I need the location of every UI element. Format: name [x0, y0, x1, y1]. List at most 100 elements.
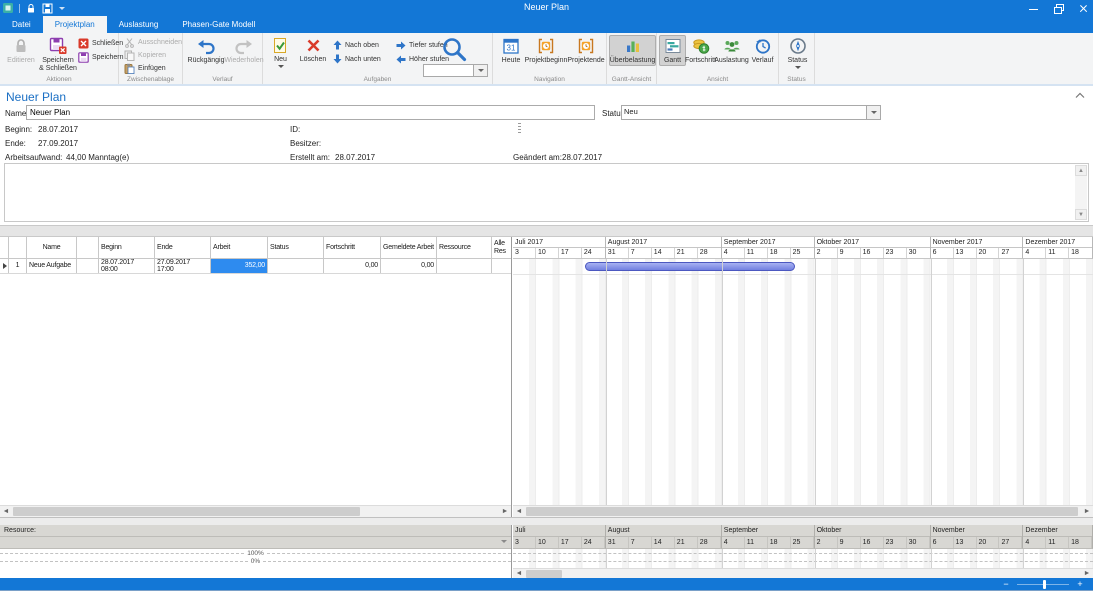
auslastung-button[interactable]: Auslastung: [714, 35, 749, 66]
tiefer-stufen-button[interactable]: Tiefer stufen: [396, 39, 448, 51]
tab-phasen-gate-modell[interactable]: Phasen-Gate Modell: [170, 16, 267, 33]
column-header-gemeldete-arbeit[interactable]: Gemeldete Arbeit: [381, 237, 437, 258]
gantt-button[interactable]: Gantt: [659, 35, 686, 66]
gantt-bar[interactable]: [585, 262, 795, 271]
column-header-beginn[interactable]: Beginn: [99, 237, 155, 258]
gantt-h-scrollbar[interactable]: ◄ ►: [513, 505, 1093, 517]
arrow-down-icon: [333, 54, 342, 64]
column-header-name[interactable]: Name: [27, 237, 77, 258]
projektende-button[interactable]: Projektende: [566, 35, 606, 66]
collapse-chevron-icon[interactable]: [1075, 92, 1085, 99]
cell-alle-res[interactable]: [492, 259, 511, 273]
restore-button[interactable]: [1053, 3, 1064, 14]
status-dropdown-caret-icon[interactable]: [795, 66, 801, 72]
resource-selector-row[interactable]: [0, 537, 511, 549]
timeline-week: 23: [884, 537, 907, 548]
zoom-in-button[interactable]: +: [1075, 578, 1085, 591]
resource-0-line: 0%: [0, 558, 511, 565]
projektbeginn-button[interactable]: Projektbeginn: [524, 35, 568, 66]
neu-dropdown-caret-icon[interactable]: [278, 65, 284, 71]
row-number[interactable]: 1: [9, 259, 27, 273]
neu-button[interactable]: Neu: [265, 35, 296, 72]
scroll-left-arrow-icon[interactable]: ◄: [513, 506, 525, 517]
timeline-month-label: Juli 2017: [513, 237, 605, 248]
name-input[interactable]: [26, 105, 595, 120]
cell-fortschritt[interactable]: 0,00: [324, 259, 381, 273]
cell-ressource[interactable]: [437, 259, 492, 273]
table-h-scrollbar[interactable]: ◄ ►: [0, 505, 511, 517]
zoom-slider[interactable]: [1017, 578, 1069, 591]
resource-scroll-thumb[interactable]: [526, 570, 562, 578]
tab-datei[interactable]: Datei: [0, 16, 43, 33]
cell-name[interactable]: Neue Aufgabe: [27, 259, 77, 273]
tab-auslastung[interactable]: Auslastung: [107, 16, 171, 33]
resource-h-scrollbar[interactable]: ◄ ►: [513, 568, 1093, 578]
column-header-ressource[interactable]: Ressource: [437, 237, 492, 258]
search-icon[interactable]: [441, 36, 468, 63]
status-button[interactable]: Status: [781, 35, 814, 73]
scroll-right-arrow-icon[interactable]: ►: [499, 506, 511, 517]
column-header-status[interactable]: Status: [268, 237, 324, 258]
window-title: Neuer Plan: [0, 2, 1093, 12]
heute-button[interactable]: 31 Heute: [496, 35, 526, 66]
zoom-out-button[interactable]: −: [1001, 578, 1011, 591]
rueckgaengig-button[interactable]: Rückgängig: [186, 37, 226, 66]
status-combobox[interactable]: Neu: [621, 105, 881, 120]
editieren-button[interactable]: Editieren: [2, 35, 40, 66]
table-scroll-thumb[interactable]: [13, 507, 360, 516]
kopieren-button[interactable]: Kopieren: [124, 49, 166, 61]
scroll-up-arrow-icon[interactable]: ▲: [1075, 165, 1087, 176]
minimize-button[interactable]: [1028, 3, 1039, 14]
ribbon-group-aufgaben: Neu Löschen Nach oben Nach unten Tiefer …: [263, 33, 493, 84]
notes-textarea[interactable]: ▲ ▼: [4, 163, 1089, 222]
status-dropdown-button[interactable]: [866, 106, 880, 119]
ueberbelastung-button[interactable]: Überbelastung: [609, 35, 656, 66]
close-button[interactable]: [1078, 3, 1089, 14]
timeline-week: 6: [931, 537, 954, 548]
column-header-arbeit[interactable]: Arbeit: [211, 237, 268, 258]
cell-gemeldete-arbeit[interactable]: 0,00: [381, 259, 437, 273]
schliessen-button[interactable]: Schließen: [78, 37, 123, 49]
einfuegen-button[interactable]: Einfügen: [124, 62, 166, 74]
chevron-down-icon[interactable]: [501, 540, 507, 546]
task-search-value[interactable]: [424, 65, 473, 76]
nach-oben-button[interactable]: Nach oben: [333, 39, 379, 51]
gantt-scroll-thumb[interactable]: [526, 507, 1078, 516]
status-value[interactable]: Neu: [622, 106, 866, 119]
column-header-blank[interactable]: [77, 237, 99, 258]
timeline-week: 18: [768, 248, 791, 258]
speichern-schliessen-button[interactable]: Speichern & Schließen: [38, 35, 78, 73]
month-gridline: [606, 549, 607, 568]
scroll-left-arrow-icon[interactable]: ◄: [0, 506, 12, 517]
zoom-slider-handle[interactable]: [1043, 580, 1046, 589]
cell-ende[interactable]: 27.09.2017 17:00: [155, 259, 211, 273]
nach-unten-button[interactable]: Nach unten: [333, 53, 381, 65]
resource-splitter[interactable]: [0, 517, 1093, 525]
timeline-week: 9: [838, 248, 861, 258]
column-header-alle-res[interactable]: Alle Res: [492, 237, 511, 258]
cell-blank[interactable]: [77, 259, 99, 273]
loeschen-button[interactable]: Löschen: [295, 35, 331, 65]
task-search-dropdown-button[interactable]: [473, 65, 487, 76]
column-header-ende[interactable]: Ende: [155, 237, 211, 258]
timeline-month: Dezember 201741118: [1023, 237, 1093, 259]
scroll-down-arrow-icon[interactable]: ▼: [1075, 209, 1087, 220]
cell-status[interactable]: [268, 259, 324, 273]
verlauf-ansicht-button[interactable]: Verlauf: [747, 35, 778, 66]
fortschritt-button[interactable]: Fortschritt: [685, 35, 716, 66]
paste-icon: [124, 63, 135, 74]
resource-header-label: Resource:: [0, 525, 511, 537]
cell-arbeit-selected[interactable]: 352,00: [211, 259, 268, 273]
wiederholen-button[interactable]: Wiederholen: [224, 37, 264, 66]
resource-gridline: [513, 561, 1093, 562]
scroll-right-arrow-icon[interactable]: ►: [1081, 506, 1093, 517]
speichern-button[interactable]: Speichern: [78, 51, 124, 63]
form-splitter-handle[interactable]: [518, 123, 521, 134]
column-header-fortschritt[interactable]: Fortschritt: [324, 237, 381, 258]
tab-projektplan[interactable]: Projektplan: [43, 16, 107, 33]
main-split-area: Name Beginn Ende Arbeit Status Fortschri…: [0, 237, 1093, 517]
ausschneiden-button[interactable]: Ausschneiden: [124, 36, 182, 48]
notes-scrollbar[interactable]: ▲ ▼: [1075, 165, 1087, 220]
form-table-splitter[interactable]: [0, 225, 1093, 237]
cell-beginn[interactable]: 28.07.2017 08:00: [99, 259, 155, 273]
